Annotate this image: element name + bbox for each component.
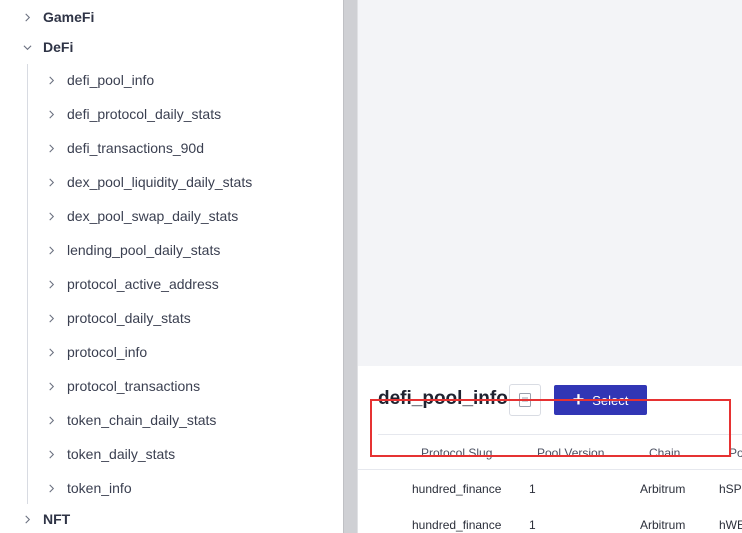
tree-item-label: defi_transactions_90d — [67, 140, 204, 156]
tree-item-protocol-transactions[interactable]: protocol_transactions — [44, 375, 200, 397]
chevron-right-icon — [44, 413, 58, 427]
tree-item-lending-pool-daily-stats[interactable]: lending_pool_daily_stats — [44, 239, 220, 261]
table-title: defi_pool_info — [378, 388, 508, 409]
chevron-right-icon — [44, 243, 58, 257]
tree-item-label: token_info — [67, 480, 132, 496]
tree-item-label: protocol_info — [67, 344, 148, 360]
column-header-pool[interactable]: Po — [729, 446, 742, 460]
table-row[interactable]: hundred_finance 1 Arbitrum hSP — [358, 471, 742, 507]
cell-chain: Arbitrum — [640, 482, 686, 496]
tree-item-label: token_chain_daily_stats — [67, 412, 217, 428]
select-button-label: Select — [592, 392, 629, 408]
column-header-chain[interactable]: Chain — [649, 446, 680, 460]
tree-item-label: protocol_daily_stats — [67, 310, 191, 326]
tree-guide-line — [27, 64, 28, 504]
chevron-right-icon — [44, 175, 58, 189]
tree-item-protocol-daily-stats[interactable]: protocol_daily_stats — [44, 307, 191, 329]
table-detail-pane: defi_pool_info + Select Protocol Slug Po… — [358, 0, 742, 533]
tree-item-protocol-active-address[interactable]: protocol_active_address — [44, 273, 219, 295]
preview-area — [358, 0, 742, 366]
tree-item-token-daily-stats[interactable]: token_daily_stats — [44, 443, 175, 465]
chevron-right-icon — [44, 277, 58, 291]
chevron-right-icon — [44, 481, 58, 495]
tree-category-label: DeFi — [43, 39, 74, 55]
cell-pool: hSP — [719, 482, 742, 496]
chevron-right-icon — [44, 73, 58, 87]
cell-pool-version: 1 — [529, 482, 536, 496]
tree-item-label: protocol_transactions — [67, 378, 201, 394]
chevron-right-icon — [44, 107, 58, 121]
cell-protocol-slug: hundred_finance — [412, 482, 502, 496]
tree-item-dex-pool-swap-daily-stats[interactable]: dex_pool_swap_daily_stats — [44, 205, 238, 227]
tree-item-token-info[interactable]: token_info — [44, 477, 132, 499]
table-tree-sidebar: GameFi DeFi defi_pool_info defi_protocol_… — [0, 0, 343, 533]
tree-item-defi-transactions-90d[interactable]: defi_transactions_90d — [44, 137, 204, 159]
tree-item-label: lending_pool_daily_stats — [67, 242, 221, 258]
chevron-right-icon — [44, 447, 58, 461]
chevron-right-icon — [44, 311, 58, 325]
tree-item-defi-pool-info[interactable]: defi_pool_info — [44, 69, 154, 91]
chevron-right-icon — [44, 141, 58, 155]
select-button[interactable]: + Select — [554, 385, 647, 415]
chevron-down-icon — [20, 40, 34, 54]
tree-category-label: GameFi — [43, 9, 95, 25]
chevron-right-icon — [44, 379, 58, 393]
tree-item-protocol-info[interactable]: protocol_info — [44, 341, 147, 363]
tree-category-defi[interactable]: DeFi — [20, 36, 73, 58]
chevron-right-icon — [44, 209, 58, 223]
divider — [378, 434, 742, 435]
tree-item-label: dex_pool_liquidity_daily_stats — [67, 174, 253, 190]
tree-item-dex-pool-liquidity-daily-stats[interactable]: dex_pool_liquidity_daily_stats — [44, 171, 252, 193]
tree-item-defi-protocol-daily-stats[interactable]: defi_protocol_daily_stats — [44, 103, 221, 125]
table-header-row: Protocol Slug Pool Version Chain Po — [358, 436, 742, 470]
tree-category-nft[interactable]: NFT — [20, 508, 70, 530]
column-header-pool-version[interactable]: Pool Version — [537, 446, 604, 460]
table-row[interactable]: hundred_finance 1 Arbitrum hWE — [358, 507, 742, 533]
tree-item-label: dex_pool_swap_daily_stats — [67, 208, 239, 224]
tree-item-label: protocol_active_address — [67, 276, 219, 292]
plus-icon: + — [572, 389, 585, 411]
tree-item-token-chain-daily-stats[interactable]: token_chain_daily_stats — [44, 409, 216, 431]
tree-category-label: NFT — [43, 511, 71, 527]
column-header-protocol-slug[interactable]: Protocol Slug — [421, 446, 492, 460]
chevron-right-icon — [20, 10, 34, 24]
chevron-right-icon — [20, 512, 34, 526]
chevron-right-icon — [44, 345, 58, 359]
document-icon — [519, 393, 531, 407]
cell-pool: hWE — [719, 518, 742, 532]
pane-splitter[interactable] — [343, 0, 358, 533]
tree-item-label: token_daily_stats — [67, 446, 176, 462]
cell-protocol-slug: hundred_finance — [412, 518, 502, 532]
app-window: GameFi DeFi defi_pool_info defi_protocol_… — [0, 0, 742, 533]
tree-item-label: defi_protocol_daily_stats — [67, 106, 222, 122]
cell-chain: Arbitrum — [640, 518, 686, 532]
tree-item-label: defi_pool_info — [67, 72, 155, 88]
copy-button[interactable] — [509, 384, 541, 416]
tree-category-gamefi[interactable]: GameFi — [20, 6, 94, 28]
cell-pool-version: 1 — [529, 518, 536, 532]
